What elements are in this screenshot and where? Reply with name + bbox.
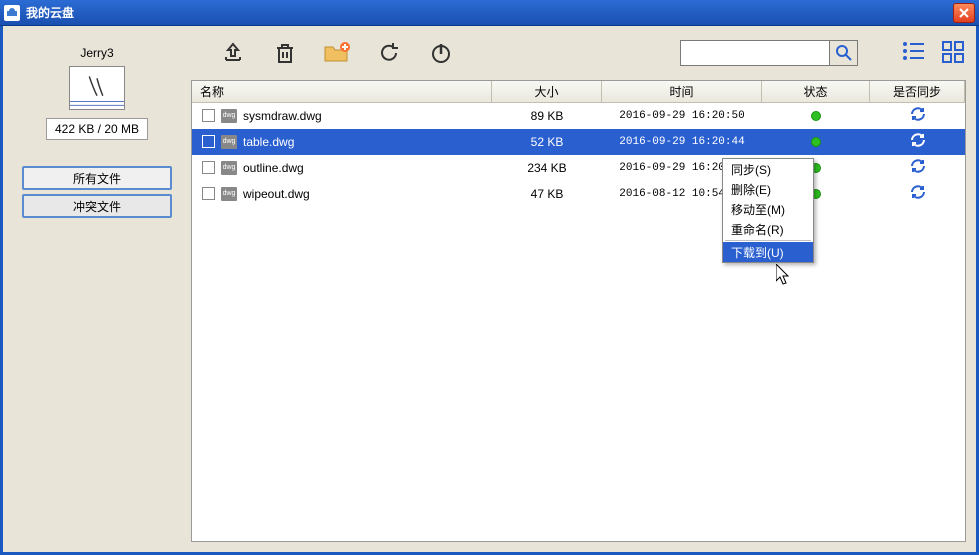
cell-size: 89 KB (492, 109, 602, 123)
file-name: table.dwg (243, 135, 294, 149)
upload-icon[interactable] (219, 39, 247, 67)
app-icon (4, 5, 20, 21)
row-checkbox[interactable] (202, 187, 215, 200)
col-status[interactable]: 状态 (762, 81, 870, 102)
delete-icon[interactable] (271, 39, 299, 67)
table-header: 名称 大小 时间 状态 是否同步 (192, 81, 965, 103)
cell-time: 2016-09-29 16:20:44 (602, 136, 762, 148)
file-name: outline.dwg (243, 161, 304, 175)
cell-sync (870, 184, 965, 203)
cell-size: 234 KB (492, 161, 602, 175)
menu-rename[interactable]: 重命名(R) (723, 219, 813, 239)
cell-sync (870, 106, 965, 125)
menu-move[interactable]: 移动至(M) (723, 199, 813, 219)
sidebar: Jerry3 422 KB / 20 MB 所有文件 冲突文件 (11, 34, 183, 542)
table-row[interactable]: table.dwg 52 KB2016-09-29 16:20:44 (192, 129, 965, 155)
cell-status (762, 111, 870, 121)
nav-label: 冲突文件 (73, 198, 121, 215)
cell-name: outline.dwg (192, 161, 492, 175)
sync-icon[interactable] (910, 158, 926, 177)
toolbar (191, 34, 966, 80)
power-icon[interactable] (427, 39, 455, 67)
context-menu: 同步(S) 删除(E) 移动至(M) 重命名(R) 下载到(U) (722, 158, 814, 263)
file-name: sysmdraw.dwg (243, 109, 322, 123)
window-title: 我的云盘 (26, 4, 953, 21)
col-sync[interactable]: 是否同步 (870, 81, 965, 102)
menu-sync[interactable]: 同步(S) (723, 159, 813, 179)
cell-name: table.dwg (192, 135, 492, 149)
new-folder-icon[interactable] (323, 39, 351, 67)
table-row[interactable]: outline.dwg234 KB2016-09-29 16:20:38 (192, 155, 965, 181)
sync-icon[interactable] (910, 184, 926, 203)
status-dot-icon (811, 111, 821, 121)
cell-sync (870, 132, 965, 151)
col-name[interactable]: 名称 (192, 81, 492, 102)
menu-separator (725, 240, 811, 241)
col-time[interactable]: 时间 (602, 81, 762, 102)
table-body: sysmdraw.dwg 89 KB2016-09-29 16:20:50 tabl… (192, 103, 965, 207)
file-icon (221, 109, 237, 123)
search-input[interactable] (680, 40, 830, 66)
nav-label: 所有文件 (73, 170, 121, 187)
grid-view-icon[interactable] (942, 41, 966, 65)
nav-all-files[interactable]: 所有文件 (22, 166, 172, 190)
row-checkbox[interactable] (202, 135, 215, 148)
file-icon (221, 187, 237, 201)
file-table: 名称 大小 时间 状态 是否同步 sysmdraw.dwg89 KB2016-0… (191, 80, 966, 542)
quota-box: 422 KB / 20 MB (46, 118, 148, 140)
cell-size: 52 KB (492, 135, 602, 149)
username-label: Jerry3 (80, 46, 113, 60)
row-checkbox[interactable] (202, 161, 215, 174)
cell-name: sysmdraw.dwg (192, 109, 492, 123)
thumbnail (69, 66, 125, 110)
close-button[interactable] (953, 3, 975, 23)
search-box (680, 40, 858, 66)
cell-status (762, 137, 870, 147)
table-row[interactable]: wipeout.dwg47 KB2016-08-12 10:54:09 (192, 181, 965, 207)
sync-icon[interactable] (910, 132, 926, 151)
refresh-icon[interactable] (375, 39, 403, 67)
file-icon (221, 135, 237, 149)
menu-download[interactable]: 下载到(U) (723, 242, 813, 262)
quota-text: 422 KB / 20 MB (55, 122, 139, 136)
list-view-icon[interactable] (902, 41, 926, 65)
file-name: wipeout.dwg (243, 187, 310, 201)
search-button[interactable] (830, 40, 858, 66)
content-area: 名称 大小 时间 状态 是否同步 sysmdraw.dwg89 KB2016-0… (191, 34, 966, 542)
sync-icon[interactable] (910, 106, 926, 125)
window-body: Jerry3 422 KB / 20 MB 所有文件 冲突文件 (0, 26, 979, 555)
table-row[interactable]: sysmdraw.dwg 89 KB2016-09-29 16:20:50 (192, 103, 965, 129)
cell-size: 47 KB (492, 187, 602, 201)
col-size[interactable]: 大小 (492, 81, 602, 102)
cell-time: 2016-09-29 16:20:50 (602, 110, 762, 122)
nav-conflict-files[interactable]: 冲突文件 (22, 194, 172, 218)
row-checkbox[interactable] (202, 109, 215, 122)
cell-name: wipeout.dwg (192, 187, 492, 201)
status-dot-icon (811, 137, 821, 147)
titlebar: 我的云盘 (0, 0, 979, 26)
menu-delete[interactable]: 删除(E) (723, 179, 813, 199)
cell-sync (870, 158, 965, 177)
file-icon (221, 161, 237, 175)
